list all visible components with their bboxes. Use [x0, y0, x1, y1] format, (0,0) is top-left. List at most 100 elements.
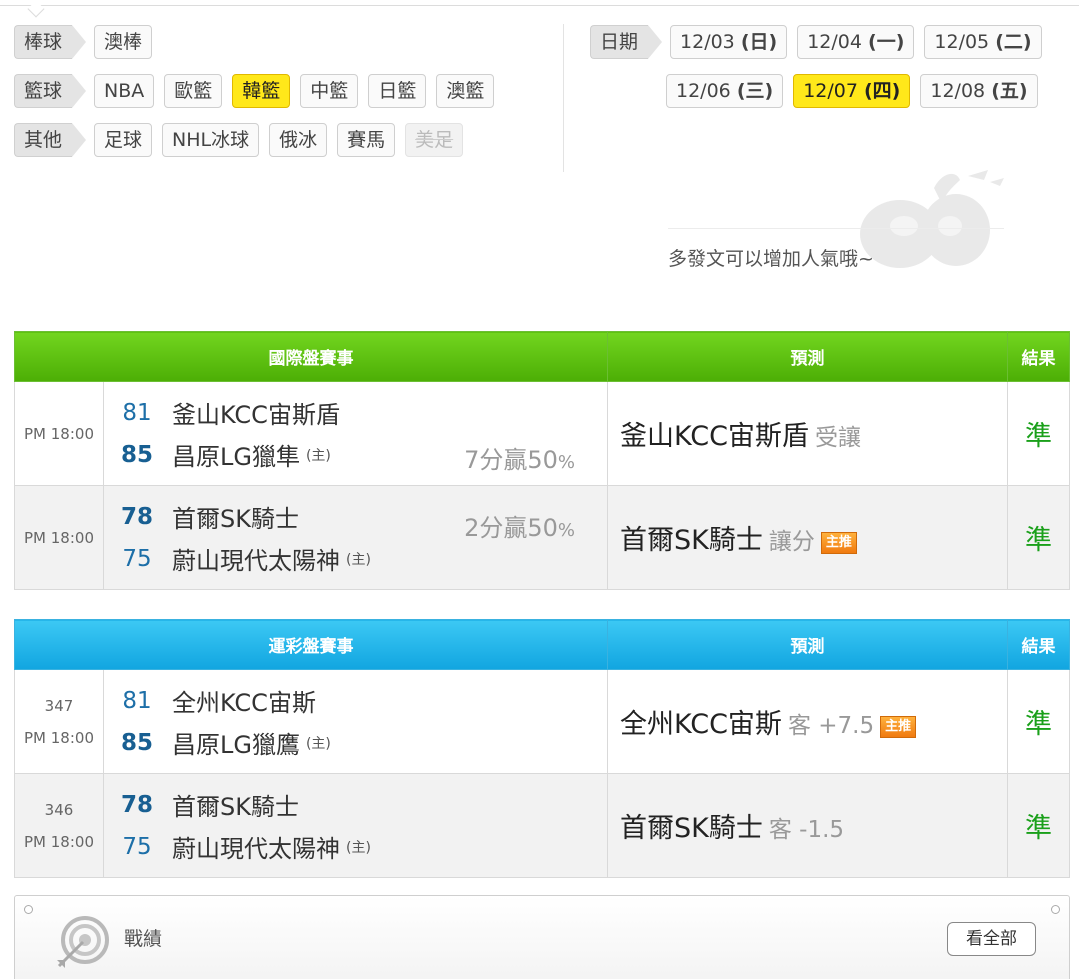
- panel-corner-dot: [1051, 905, 1060, 914]
- filter-chip-other-4: 美足: [405, 123, 464, 157]
- filter-chip-other-3[interactable]: 賽馬: [337, 123, 396, 157]
- home-team-line: 75 蔚山現代太陽神 (主): [118, 826, 607, 868]
- filter-chip-basketball-0[interactable]: NBA: [94, 74, 155, 108]
- prediction-team[interactable]: 首爾SK騎士: [620, 813, 763, 844]
- prediction-type: 讓分: [768, 529, 815, 555]
- header-result: 結果: [1007, 619, 1070, 670]
- category-label-other: 其他: [14, 123, 87, 157]
- home-marker: (主): [346, 839, 371, 856]
- date-label: 日期: [590, 25, 663, 59]
- away-team-line: 78 首爾SK騎士: [118, 784, 607, 826]
- date-text: 12/03: [680, 31, 735, 53]
- home-score: 85: [120, 441, 153, 468]
- filter-chip-basketball-1[interactable]: 歐籃: [164, 74, 223, 108]
- away-team-name[interactable]: 釜山KCC宙斯盾: [172, 395, 340, 430]
- target-icon: [57, 916, 109, 968]
- filter-chip-other-0[interactable]: 足球: [94, 123, 153, 157]
- game-time: PM 18:00: [24, 728, 94, 747]
- prediction-cell: 全州KCC宙斯客 +7.5 主推: [607, 669, 1008, 774]
- prediction-cell: 釜山KCC宙斯盾 受讓: [607, 381, 1008, 486]
- home-team-name[interactable]: 昌原LG獵隼: [172, 437, 300, 472]
- top-divider: [0, 0, 1079, 6]
- record-panel: 戰績 看全部: [14, 895, 1070, 979]
- match-cell: 81 釜山KCC宙斯盾 85 昌原LG獵隼 (主) 7分贏50%: [103, 381, 608, 486]
- home-marker: (主): [346, 551, 371, 568]
- prediction-type: 客 -1.5: [768, 817, 845, 843]
- result-cell: 準: [1007, 669, 1070, 774]
- away-score: 81: [122, 399, 152, 426]
- prediction-cell: 首爾SK騎士客 -1.5: [607, 773, 1008, 878]
- prediction-type: 受讓: [814, 425, 861, 451]
- date-weekday: (三): [736, 80, 774, 102]
- away-score: 78: [120, 791, 153, 818]
- header-event: 運彩盤賽事: [14, 619, 608, 670]
- prediction-type: 客 +7.5: [787, 713, 875, 739]
- home-marker: (主): [305, 447, 331, 464]
- home-team-line: 85 昌原LG獵鷹 (主): [118, 722, 607, 764]
- filter-chip-basketball-2[interactable]: 韓籃: [232, 74, 291, 108]
- odds-percent: %: [557, 452, 575, 473]
- home-marker: (主): [305, 735, 331, 752]
- date-chip-row1-2[interactable]: 12/05 (二): [924, 25, 1042, 59]
- home-team-name[interactable]: 蔚山現代太陽神: [172, 829, 340, 864]
- odds-info: 2分贏50%: [464, 508, 575, 543]
- home-team-line: 75 蔚山現代太陽神 (主): [118, 538, 607, 580]
- home-score: 85: [120, 729, 153, 756]
- date-chip-row2-2[interactable]: 12/08 (五): [920, 74, 1038, 108]
- lottery-odds-table: 運彩盤賽事 預測 結果 347 PM 18:00 81 全州KCC宙斯 85 昌原LG獵鷹…: [14, 619, 1070, 878]
- game-time: PM 18:00: [24, 832, 94, 851]
- game-time: PM 18:00: [24, 424, 94, 443]
- filter-chip-other-2[interactable]: 俄冰: [269, 123, 328, 157]
- filter-chip-baseball-0[interactable]: 澳棒: [94, 25, 153, 59]
- away-team-name[interactable]: 首爾SK騎士: [172, 499, 299, 534]
- filter-chip-basketball-5[interactable]: 澳籃: [436, 74, 495, 108]
- date-weekday: (二): [995, 31, 1032, 53]
- date-chip-row2-1[interactable]: 12/07 (四): [793, 74, 911, 108]
- record-title: 戰績: [124, 928, 163, 950]
- date-chip-row1-1[interactable]: 12/04 (一): [797, 25, 915, 59]
- away-team-name[interactable]: 全州KCC宙斯: [172, 683, 316, 718]
- result-cell: 準: [1007, 381, 1070, 486]
- away-team-line: 81 釜山KCC宙斯盾: [118, 392, 607, 434]
- game-time: PM 18:00: [24, 528, 94, 547]
- away-score: 78: [120, 503, 153, 530]
- header-event: 國際盤賽事: [14, 331, 608, 382]
- date-weekday: (四): [864, 80, 901, 102]
- odds-value: 7分贏50: [464, 446, 558, 474]
- table-row: PM 18:00 78 首爾SK騎士 75 蔚山現代太陽神 (主) 2分贏50% 首爾SK騎士…: [14, 485, 1070, 590]
- date-weekday: (一): [868, 31, 905, 53]
- time-cell: PM 18:00: [14, 485, 104, 590]
- filter-chip-other-1[interactable]: NHL冰球: [162, 123, 260, 157]
- prediction-team[interactable]: 釜山KCC宙斯盾: [620, 421, 809, 452]
- date-text: 12/07: [803, 80, 858, 102]
- game-number: 347: [44, 696, 74, 715]
- header-predict: 預測: [607, 619, 1008, 670]
- table-row: 347 PM 18:00 81 全州KCC宙斯 85 昌原LG獵鷹 (主) 全州KCC宙斯客 …: [14, 669, 1070, 774]
- panel-corner-dot: [24, 905, 33, 914]
- promo-text: 多發文可以增加人氣哦~: [668, 248, 874, 270]
- prediction-cell: 首爾SK騎士 讓分 主推: [607, 485, 1008, 590]
- prediction-team[interactable]: 全州KCC宙斯: [620, 709, 782, 740]
- home-team-name[interactable]: 昌原LG獵鷹: [172, 725, 300, 760]
- match-cell: 78 首爾SK騎士 75 蔚山現代太陽神 (主): [103, 773, 608, 878]
- away-team-name[interactable]: 首爾SK騎士: [172, 787, 299, 822]
- odds-value: 2分贏50: [464, 514, 558, 542]
- date-text: 12/04: [807, 31, 862, 53]
- header-result: 結果: [1007, 331, 1070, 382]
- date-row-2: 12/06 (三) 12/07 (四) 12/08 (五): [666, 72, 1048, 110]
- intl-odds-table: 國際盤賽事 預測 結果 PM 18:00 81 釜山KCC宙斯盾 85 昌原LG獵隼 (主…: [14, 331, 1070, 590]
- match-cell: 81 全州KCC宙斯 85 昌原LG獵鷹 (主): [103, 669, 608, 774]
- filter-chip-basketball-4[interactable]: 日籃: [368, 74, 427, 108]
- main-pick-badge: 主推: [820, 532, 857, 554]
- time-cell: 347 PM 18:00: [14, 669, 104, 774]
- see-all-button[interactable]: 看全部: [947, 922, 1036, 956]
- home-team-name[interactable]: 蔚山現代太陽神: [172, 541, 340, 576]
- prediction-team[interactable]: 首爾SK騎士: [620, 525, 763, 556]
- date-chip-row1-0[interactable]: 12/03 (日): [670, 25, 788, 59]
- category-label-baseball: 棒球: [14, 25, 87, 59]
- filter-chip-basketball-3[interactable]: 中籃: [300, 74, 359, 108]
- away-team-line: 81 全州KCC宙斯: [118, 680, 607, 722]
- date-text: 12/08: [930, 80, 986, 102]
- date-chip-row2-0[interactable]: 12/06 (三): [666, 74, 784, 108]
- table-row: 346 PM 18:00 78 首爾SK騎士 75 蔚山現代太陽神 (主) 首爾SK騎士客 -…: [14, 773, 1070, 878]
